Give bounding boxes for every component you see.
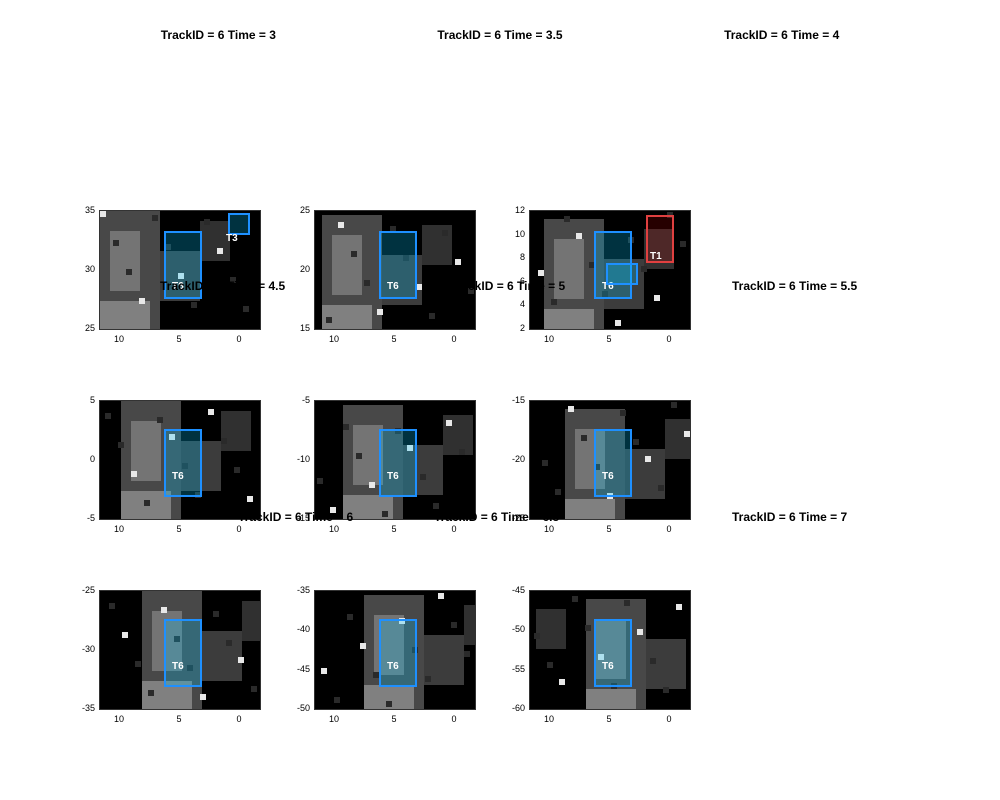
panel-8: -45-50-55-60 T6 1050 bbox=[505, 590, 695, 730]
track-box-t6 bbox=[594, 429, 632, 497]
track-label-t6: T6 bbox=[172, 661, 184, 672]
overlay-title-3: TrackID = 6 Time = 6 bbox=[238, 510, 353, 524]
x-axis-ticks: 1050 bbox=[314, 332, 474, 350]
plot-area: T6 bbox=[314, 210, 476, 330]
track-box-t6-small bbox=[606, 263, 638, 285]
track-box-t6 bbox=[164, 429, 202, 497]
x-axis-ticks: 1050 bbox=[99, 332, 259, 350]
track-label-t6: T6 bbox=[602, 471, 614, 482]
overlay-title-1: TrackID = 6 Time = 5 bbox=[450, 279, 565, 293]
titles-row: TrackID = 6 Time = 3 TrackID = 6 Time = … bbox=[0, 28, 1000, 42]
x-axis-ticks: 1050 bbox=[529, 522, 689, 540]
track-label-t6: T6 bbox=[387, 281, 399, 292]
x-axis-ticks: 1050 bbox=[314, 712, 474, 730]
overlay-title-5: TrackID = 6 Time = 7 bbox=[732, 510, 847, 524]
y-axis-ticks: 252015 bbox=[290, 210, 312, 328]
track-label-t3: T3 bbox=[226, 233, 238, 244]
plot-area: T6 bbox=[99, 400, 261, 520]
y-axis-ticks: 50-5 bbox=[75, 400, 97, 518]
plot-area: T6 bbox=[314, 590, 476, 710]
overlay-title-2: TrackID = 6 Time = 5.5 bbox=[732, 279, 857, 293]
x-axis-ticks: 1050 bbox=[529, 712, 689, 730]
track-box-t6 bbox=[164, 619, 202, 687]
x-axis-ticks: 1050 bbox=[314, 522, 474, 540]
y-axis-ticks: -5-10-15 bbox=[290, 400, 312, 518]
track-box-t6 bbox=[379, 429, 417, 497]
y-axis-ticks: -35-40-45-50 bbox=[290, 590, 312, 708]
panel-title-2: TrackID = 6 Time = 4 bbox=[724, 28, 839, 42]
x-axis-ticks: 1050 bbox=[99, 712, 259, 730]
plot-area: T6T1 bbox=[529, 210, 691, 330]
y-axis-ticks: 353025 bbox=[75, 210, 97, 328]
y-axis-ticks: -15-20-25 bbox=[505, 400, 527, 518]
track-box-t6 bbox=[379, 619, 417, 687]
track-label-t6: T6 bbox=[387, 661, 399, 672]
x-axis-ticks: 1050 bbox=[99, 522, 259, 540]
panel-7: -35-40-45-50 T6 1050 bbox=[290, 590, 480, 730]
panel-title-0: TrackID = 6 Time = 3 bbox=[161, 28, 276, 42]
panel-3: 50-5 T6 1050 bbox=[75, 400, 265, 540]
plot-area: T6T3 bbox=[99, 210, 261, 330]
plot-area: T6 bbox=[314, 400, 476, 520]
track-box-t3 bbox=[228, 213, 250, 235]
plot-area: T6 bbox=[99, 590, 261, 710]
overlay-title-0: TrackID = 6 Time = 4.5 bbox=[160, 279, 285, 293]
x-axis-ticks: 1050 bbox=[529, 332, 689, 350]
track-label-t6: T6 bbox=[387, 471, 399, 482]
track-label-t6: T6 bbox=[172, 471, 184, 482]
y-axis-ticks: -45-50-55-60 bbox=[505, 590, 527, 708]
track-label-t6: T6 bbox=[602, 661, 614, 672]
plot-area: T6 bbox=[529, 590, 691, 710]
plot-area: T6 bbox=[529, 400, 691, 520]
y-axis-ticks: 12108642 bbox=[505, 210, 527, 328]
panel-6: -25-30-35 T6 1050 bbox=[75, 590, 265, 730]
track-box-t6 bbox=[594, 619, 632, 687]
y-axis-ticks: -25-30-35 bbox=[75, 590, 97, 708]
track-label-t1: T1 bbox=[650, 251, 662, 262]
panel-title-1: TrackID = 6 Time = 3.5 bbox=[437, 28, 562, 42]
overlay-title-4: TrackID = 6 Time = 6.5 bbox=[434, 510, 559, 524]
